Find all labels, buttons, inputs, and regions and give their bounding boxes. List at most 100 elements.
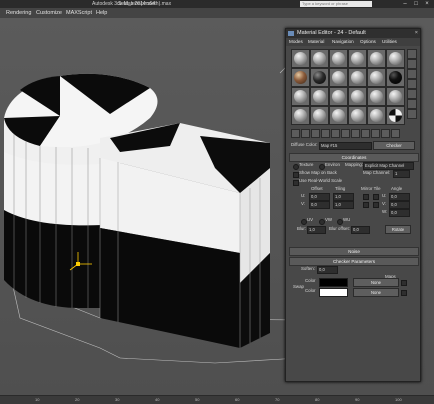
put-to-scene-icon[interactable] [301,129,310,138]
material-id-channel-icon[interactable] [351,129,360,138]
w-angle-field[interactable]: 0,0 [389,209,410,217]
v-offset-field[interactable]: 0,0 [309,201,330,209]
coordinates-rollout: Texture Environ Mapping: Explicit Map Ch… [289,161,417,245]
material-sample-slot[interactable] [310,68,329,87]
backlight-button[interactable] [407,59,417,69]
material-sample-slot[interactable] [291,106,310,125]
material-sample-slot[interactable] [310,49,329,68]
u-mirror-checkbox[interactable] [363,194,369,200]
material-sample-slot[interactable] [348,68,367,87]
material-sample-slot[interactable] [386,87,405,106]
material-sample-slot[interactable] [291,68,310,87]
map-channel-field[interactable]: 1 [393,170,410,178]
texture-label: Texture [299,162,314,167]
material-sample-slot[interactable] [348,106,367,125]
v-tiling-field[interactable]: 1,0 [333,201,354,209]
map-name-field[interactable]: Map #15 [319,142,372,150]
sample-uv-tiling-button[interactable] [407,79,417,89]
menu-maxscript[interactable]: MAXScript [66,8,92,18]
material-sample-slot[interactable] [348,87,367,106]
v-angle-field[interactable]: 0,0 [389,201,410,209]
material-sample-slot[interactable] [329,106,348,125]
make-preview-button[interactable] [407,99,417,109]
material-sphere-icon [370,71,383,84]
noise-rollout-header[interactable]: Noise [289,247,419,256]
menu-rendering[interactable]: Rendering [6,8,31,18]
color1-map-button[interactable]: None [353,278,399,287]
material-sample-slot[interactable] [367,87,386,106]
vw-label: VW [325,217,333,222]
close-icon[interactable]: × [415,29,418,38]
color2-map-button[interactable]: None [353,288,399,297]
background-button[interactable] [407,69,417,79]
material-sample-slot[interactable] [367,68,386,87]
u-offset-field[interactable]: 0,0 [309,193,330,201]
blur-offset-field[interactable]: 0,0 [351,226,370,234]
offset-column-label: Offset [311,186,323,191]
material-sphere-icon [294,71,307,84]
show-end-result-icon[interactable] [371,129,380,138]
maximize-icon[interactable]: □ [411,0,421,8]
swap-label: Swap [293,284,304,289]
reset-map-icon[interactable] [321,129,330,138]
color2-map-checkbox[interactable] [401,290,407,296]
assign-to-selection-icon[interactable] [311,129,320,138]
u-angle-field[interactable]: 0,0 [389,193,410,201]
material-sample-slot[interactable] [348,49,367,68]
material-toolbar [291,129,415,138]
put-to-library-icon[interactable] [341,129,350,138]
menu-modes[interactable]: Modes [289,38,303,46]
video-color-check-button[interactable] [407,89,417,99]
blur-label: Blur: [297,226,307,231]
u-tile-checkbox[interactable] [373,194,379,200]
material-sample-slot[interactable] [291,49,310,68]
v-mirror-checkbox[interactable] [363,202,369,208]
material-sample-slot[interactable] [310,87,329,106]
material-sphere-icon [370,109,383,122]
material-sphere-icon [389,109,402,122]
material-sample-slot[interactable] [310,106,329,125]
material-sample-slot[interactable] [386,49,405,68]
material-sample-slot[interactable] [329,87,348,106]
go-to-parent-icon[interactable] [381,129,390,138]
search-input[interactable]: Type a keyword or phrase [300,1,372,7]
menu-help[interactable]: Help [96,8,107,18]
u-tiling-field[interactable]: 1,0 [333,193,354,201]
color1-swatch[interactable] [319,278,348,287]
menu-material[interactable]: Material [308,38,324,46]
make-unique-icon[interactable] [331,129,340,138]
minimize-icon[interactable]: – [400,0,410,8]
show-map-in-viewport-icon[interactable] [361,129,370,138]
get-material-icon[interactable] [291,129,300,138]
menu-options[interactable]: Options [360,38,376,46]
close-icon[interactable]: × [422,0,432,8]
material-sphere-icon [294,109,307,122]
menu-customize[interactable]: Customize [36,8,62,18]
material-editor-titlebar[interactable]: Material Editor - 24 - Default × [286,29,420,38]
options-button[interactable] [407,109,417,119]
go-forward-to-sibling-icon[interactable] [391,129,400,138]
rotate-button[interactable]: Rotate [385,225,411,234]
menu-navigation[interactable]: Navigation [332,38,354,46]
material-sample-slot[interactable] [329,68,348,87]
material-sphere-icon [370,90,383,103]
uv-label: UV [307,217,314,222]
blur-field[interactable]: 1,0 [307,226,326,234]
material-sphere-icon [332,71,345,84]
file-name: Seat_leon(smooth).max [118,1,172,7]
sample-type-button[interactable] [407,49,417,59]
map-type-button[interactable]: Checker [373,141,415,150]
material-sample-slot[interactable] [367,106,386,125]
material-editor-window[interactable]: Material Editor - 24 - Default × Modes M… [285,28,421,382]
color2-label: Color [305,288,316,293]
material-sample-slot[interactable] [386,68,405,87]
material-sample-slot[interactable] [367,49,386,68]
material-sample-slot[interactable] [386,106,405,125]
soften-field[interactable]: 0,0 [317,266,338,274]
color1-map-checkbox[interactable] [401,280,407,286]
material-sample-slot[interactable] [329,49,348,68]
v-tile-checkbox[interactable] [373,202,379,208]
material-sample-slot[interactable] [291,87,310,106]
color2-swatch[interactable] [319,288,348,297]
menu-utilities[interactable]: Utilities [382,38,397,46]
